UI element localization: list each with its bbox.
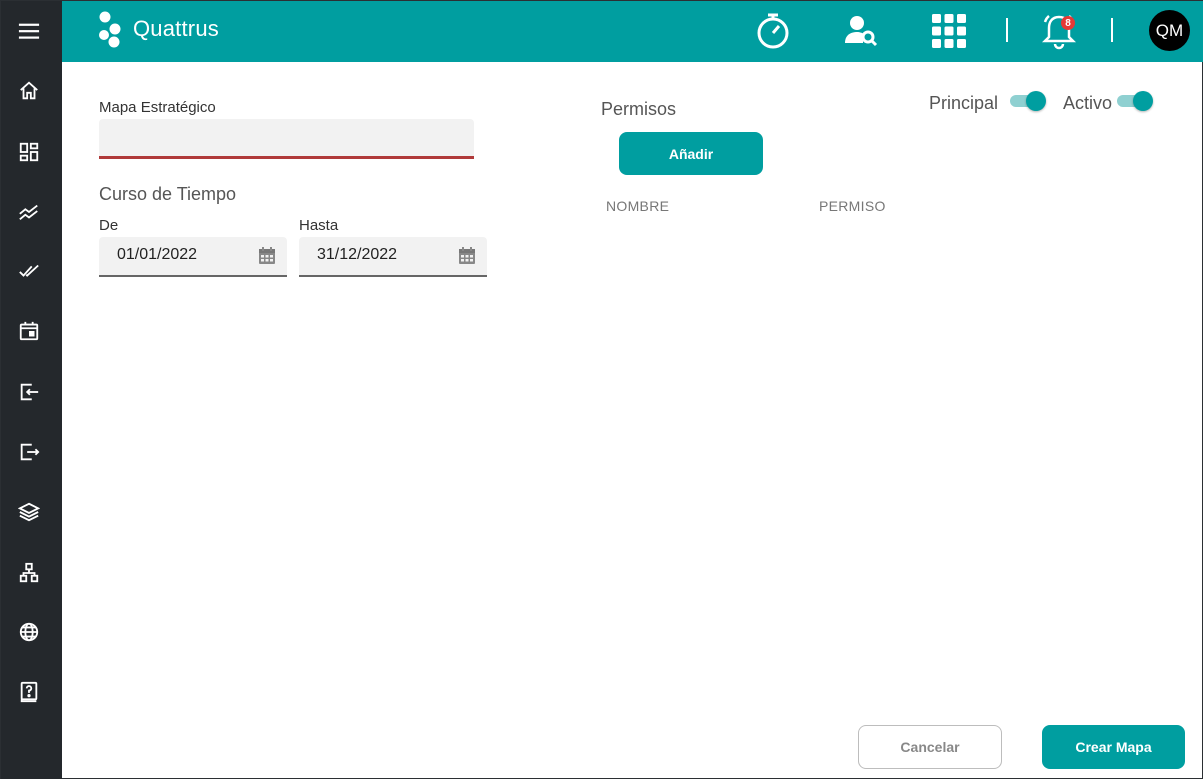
hierarchy-icon[interactable]	[17, 561, 41, 585]
time-course-title: Curso de Tiempo	[99, 184, 237, 204]
calendar-icon[interactable]	[457, 246, 477, 266]
menu-icon[interactable]	[17, 19, 41, 43]
globe-icon[interactable]	[17, 620, 41, 644]
principal-toggle-knob	[1026, 91, 1046, 111]
dashboard-icon[interactable]	[17, 140, 41, 164]
create-map-button[interactable]: Crear Mapa	[1042, 725, 1185, 769]
import-icon[interactable]	[17, 380, 41, 404]
from-label: De	[99, 217, 119, 234]
avatar[interactable]: QM	[1149, 10, 1190, 51]
add-permission-button[interactable]: Añadir	[619, 132, 763, 175]
top-bar: Quattrus 8 QM	[62, 1, 1203, 62]
active-label: Activo	[1063, 93, 1113, 113]
app-name: Quattrus	[133, 16, 219, 41]
map-label: Mapa Estratégico	[99, 99, 216, 116]
principal-label: Principal	[929, 93, 999, 113]
header-separator	[1006, 18, 1008, 42]
header-separator	[1111, 18, 1113, 42]
principal-toggle[interactable]	[1010, 90, 1046, 112]
to-label: Hasta	[299, 217, 339, 234]
from-date-value: 01/01/2022	[117, 246, 198, 263]
from-date-input[interactable]: 01/01/2022	[99, 237, 287, 277]
column-header-permission: PERMISO	[819, 198, 886, 214]
timer-icon[interactable]	[753, 11, 793, 51]
sidebar	[1, 1, 62, 779]
quattrus-logo-icon	[99, 11, 121, 48]
apps-grid-icon[interactable]	[929, 11, 969, 51]
export-icon[interactable]	[17, 440, 41, 464]
calendar-icon[interactable]	[257, 246, 277, 266]
active-toggle[interactable]	[1117, 90, 1153, 112]
calendar-icon[interactable]	[17, 319, 41, 343]
app-logo[interactable]: Quattrus	[97, 9, 219, 49]
app-window: Quattrus 8 QM Mapa Estratégico Curso de …	[0, 0, 1203, 779]
map-name-input[interactable]	[99, 119, 474, 159]
column-header-name: NOMBRE	[606, 198, 670, 214]
user-search-icon[interactable]	[841, 11, 881, 51]
cancel-button[interactable]: Cancelar	[858, 725, 1002, 769]
home-icon[interactable]	[17, 79, 41, 103]
double-check-icon[interactable]	[17, 259, 41, 283]
bell-icon[interactable]: 8	[1039, 11, 1079, 51]
to-date-value: 31/12/2022	[317, 246, 398, 263]
notification-badge: 8	[1061, 16, 1075, 30]
trending-icon[interactable]	[17, 200, 41, 224]
help-icon[interactable]	[17, 680, 41, 704]
active-toggle-knob	[1133, 91, 1153, 111]
layers-icon[interactable]	[17, 500, 41, 524]
to-date-input[interactable]: 31/12/2022	[299, 237, 487, 277]
permissions-title: Permisos	[601, 99, 677, 119]
